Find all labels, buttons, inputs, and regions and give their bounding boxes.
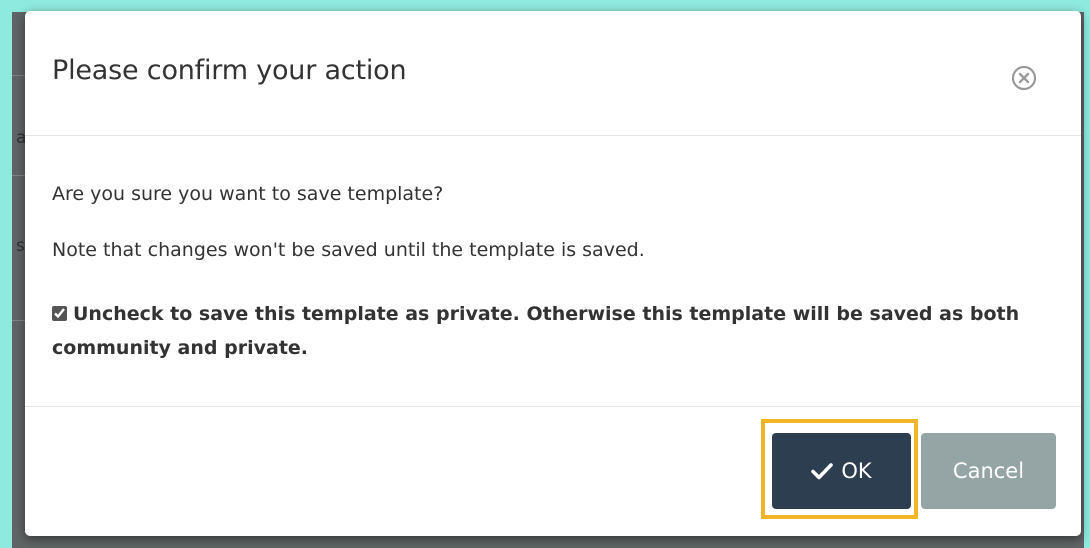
modal-body: Are you sure you want to save template? … [25,137,1081,407]
ok-button[interactable]: OK [772,433,911,509]
private-template-checkbox[interactable] [52,306,67,321]
confirm-note: Note that changes won't be saved until t… [52,239,645,261]
confirm-modal: Please confirm your action Are you sure … [25,11,1081,536]
private-template-checkbox-label: Uncheck to save this template as private… [52,303,1020,359]
modal-title: Please confirm your action [52,55,407,86]
check-icon [811,463,834,480]
cancel-button[interactable]: Cancel [921,433,1056,509]
backdrop-divider [12,75,26,76]
confirm-question: Are you sure you want to save template? [52,183,444,205]
modal-header: Please confirm your action [25,11,1081,136]
close-circle-icon [1011,65,1037,91]
backdrop-text: s [16,236,25,256]
close-button[interactable] [1009,63,1039,93]
ok-button-label: OK [841,459,872,483]
backdrop-divider [12,320,26,321]
backdrop-divider [12,175,26,176]
cancel-button-label: Cancel [952,459,1025,483]
modal-footer: OK Cancel [25,408,1081,536]
private-template-checkbox-row[interactable]: Uncheck to save this template as private… [52,297,1052,365]
